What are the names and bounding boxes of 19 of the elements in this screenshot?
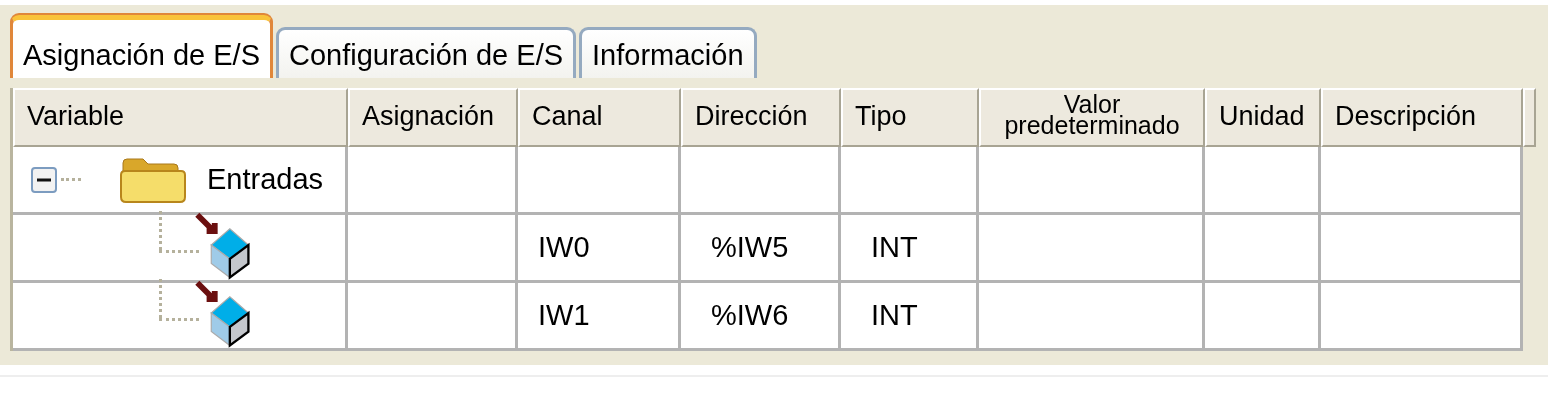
table-cell: %IW5 [681, 215, 841, 283]
table-cell: IW1 [518, 283, 681, 351]
table-cell: %IW6 [681, 283, 841, 351]
column-header[interactable]: Variable [13, 88, 348, 147]
table-cell: IW0 [518, 215, 681, 283]
column-header[interactable]: Valor predeterminado [979, 88, 1205, 147]
collapse-icon[interactable] [31, 166, 57, 193]
column-header[interactable]: Tipo [841, 88, 979, 147]
tree-item[interactable]: Entradas [207, 163, 324, 196]
column-header[interactable]: Unidad [1205, 88, 1321, 147]
table-cell: INT [841, 283, 979, 351]
tab[interactable]: Información [579, 27, 757, 78]
column-header[interactable]: Dirección [681, 88, 841, 147]
column-header[interactable]: Descripción [1321, 88, 1523, 147]
column-header[interactable]: Asignación [348, 88, 518, 147]
tab[interactable]: Asignación de E/S [10, 15, 273, 78]
column-header[interactable]: Canal [518, 88, 681, 147]
tab[interactable]: Configuración de E/S [276, 27, 577, 78]
table-cell: INT [841, 215, 979, 283]
